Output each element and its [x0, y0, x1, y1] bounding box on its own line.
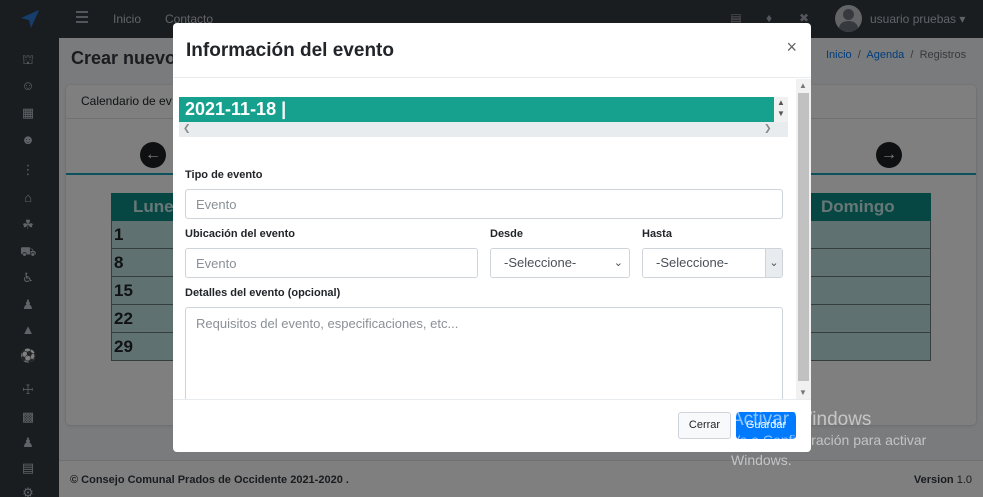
- chevron-down-icon: ⌄: [765, 249, 782, 277]
- event-type-input[interactable]: [185, 189, 783, 219]
- location-label: Ubicación del evento: [185, 228, 296, 240]
- to-select[interactable]: -Seleccione- ⌄: [642, 248, 783, 278]
- inner-horizontal-scrollbar[interactable]: ❮ ❯: [179, 122, 788, 137]
- watermark-line2: Windows.: [731, 452, 792, 468]
- to-select-value: -Seleccione-: [656, 255, 729, 270]
- close-icon[interactable]: ×: [786, 38, 797, 56]
- chevron-right-icon[interactable]: ❯: [764, 123, 772, 134]
- scroll-down-icon[interactable]: ▼: [799, 388, 807, 397]
- watermark-line1: Ve a Configuración para activar: [731, 432, 927, 448]
- chevron-left-icon[interactable]: ❮: [183, 123, 191, 134]
- modal-scrollbar[interactable]: ▲ ▼: [796, 79, 811, 399]
- selected-date: 2021-11-18 |: [179, 97, 774, 122]
- modal-footer: Cerrar Guardar: [173, 399, 811, 452]
- date-display-box: 2021-11-18 | ▲ ▼ ❮ ❯: [179, 97, 788, 137]
- from-select[interactable]: -Seleccione- ⌄: [490, 248, 630, 278]
- chevron-down-icon[interactable]: ▼: [777, 109, 785, 118]
- scroll-up-icon[interactable]: ▲: [799, 81, 807, 90]
- inner-vertical-scrollbar[interactable]: ▲ ▼: [774, 97, 788, 122]
- location-input[interactable]: [185, 248, 478, 278]
- scrollbar-thumb[interactable]: [798, 93, 809, 381]
- chevron-down-icon: ⌄: [613, 257, 623, 269]
- modal-header: Información del evento ×: [173, 23, 811, 78]
- watermark-title: Activar Windows: [731, 409, 872, 430]
- modal-body: 2021-11-18 | ▲▼ ❮ ❯ Tipo de evento Ubica…: [173, 79, 811, 399]
- from-select-value: -Seleccione-: [504, 255, 577, 270]
- modal-title: Información del evento: [186, 40, 394, 61]
- cancel-button[interactable]: Cerrar: [678, 412, 731, 439]
- to-label: Hasta: [642, 228, 672, 240]
- chevron-up-icon[interactable]: ▲: [777, 98, 785, 107]
- from-label: Desde: [490, 228, 524, 240]
- windows-activation-watermark: Activar Windows Ve a Configuración para …: [731, 410, 926, 470]
- details-textarea[interactable]: [185, 307, 783, 399]
- event-info-modal: Información del evento × 2021-11-18 | ▲ ▼…: [173, 23, 811, 452]
- details-label: Detalles del evento (opcional): [185, 287, 341, 299]
- event-type-label: Tipo de evento: [185, 169, 263, 181]
